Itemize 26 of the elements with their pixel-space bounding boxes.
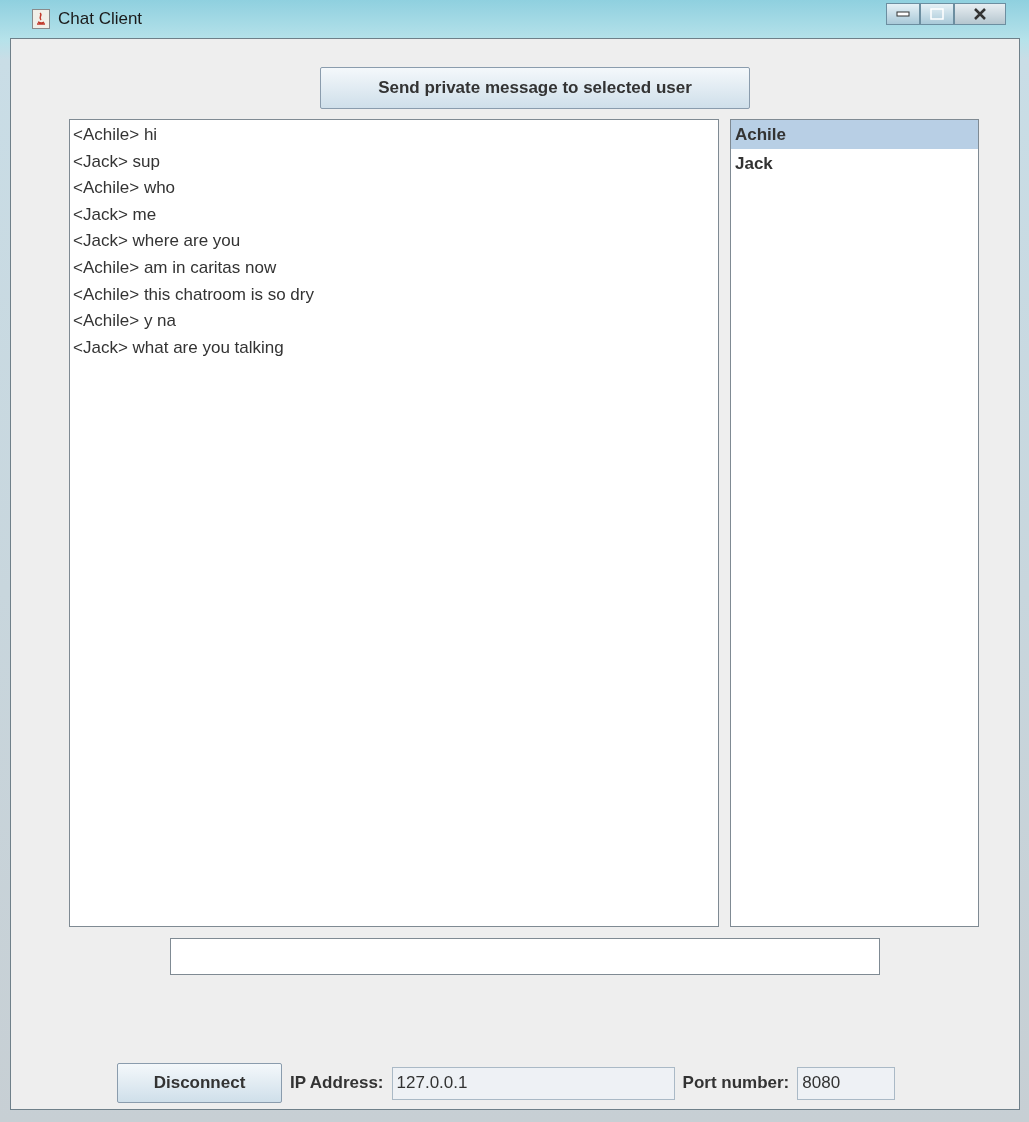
user-list-item[interactable]: Jack — [731, 149, 978, 178]
port-number-field[interactable]: 8080 — [797, 1066, 896, 1100]
ip-address-field[interactable]: 127.0.0.1 — [391, 1066, 675, 1100]
ip-address-label: IP Address: — [290, 1072, 384, 1095]
minimize-icon — [896, 11, 910, 17]
chat-message: <Achile> y na — [73, 310, 177, 333]
send-private-message-button[interactable]: Send private message to selected user — [320, 67, 750, 109]
chat-message: <Jack> sup — [73, 150, 161, 173]
message-input-field[interactable] — [170, 938, 880, 975]
user-list-item[interactable]: Achile — [731, 120, 978, 149]
minimize-button[interactable] — [886, 3, 920, 25]
chat-message: <Achile> who — [73, 177, 177, 200]
maximize-button[interactable] — [920, 3, 954, 25]
window-title: Chat Client — [58, 8, 143, 31]
java-icon — [32, 9, 50, 29]
close-icon — [973, 8, 987, 20]
port-number-label: Port number: — [682, 1072, 790, 1095]
chat-message: <Jack> me — [73, 203, 158, 226]
disconnect-button[interactable]: Disconnect — [117, 1063, 282, 1103]
chat-message: <Jack> where are you — [73, 230, 242, 253]
chat-message: <Achile> this chatroom is so dry — [73, 283, 315, 306]
chat-message: <Achile> hi — [73, 124, 159, 146]
chat-message: <Jack> what are you talking — [73, 336, 285, 359]
chat-message: <Achile> am in caritas now — [73, 256, 278, 279]
maximize-icon — [930, 8, 944, 20]
close-button[interactable] — [954, 3, 1006, 25]
